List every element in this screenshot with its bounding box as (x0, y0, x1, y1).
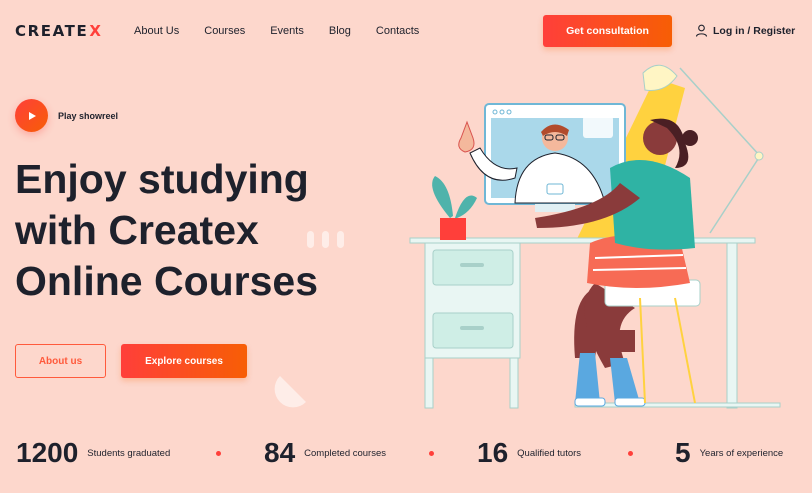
main-nav: About Us Courses Events Blog Contacts (134, 25, 444, 37)
plant-pot (440, 218, 466, 240)
get-consultation-button[interactable]: Get consultation (543, 15, 672, 47)
stat-number: 5 (675, 437, 691, 468)
decorative-dashes (307, 231, 344, 248)
login-label: Log in / Register (713, 24, 796, 37)
hero-title-line-2: with Createx (15, 207, 259, 253)
stat-number: 16 (477, 437, 509, 468)
nav-contacts[interactable]: Contacts (376, 25, 419, 37)
stat-students: 1200 Students graduated (16, 432, 170, 474)
hero-title-line-1: Enjoy studying (15, 156, 309, 202)
stat-label: Completed courses (304, 447, 387, 459)
page: CREATE X About Us Courses Events Blog Con… (0, 0, 812, 493)
play-showreel-label: Play showreel (58, 110, 119, 121)
nav-events[interactable]: Events (270, 25, 304, 37)
play-icon (28, 111, 36, 120)
stats-bar: 1200 Students graduated 84 Completed cou… (0, 432, 812, 474)
hero-title-line-3: Online Courses (15, 258, 319, 304)
stat-separator-dot (628, 451, 633, 456)
logo-text: CREATE (15, 22, 89, 40)
stat-label: Qualified tutors (517, 447, 582, 459)
decorative-half-circle (274, 376, 306, 408)
play-button[interactable] (15, 99, 48, 132)
hero-title: Enjoy studying with Createx Online Cours… (15, 154, 319, 307)
play-showreel[interactable]: Play showreel (15, 99, 118, 132)
logo-x-mark: X (89, 22, 103, 40)
stat-label: Years of experience (699, 447, 784, 459)
about-us-button[interactable]: About us (15, 344, 106, 378)
logo[interactable]: CREATE X (15, 22, 103, 40)
stat-courses: 84 Completed courses (264, 432, 386, 474)
stat-separator-dot (429, 451, 434, 456)
nav-blog[interactable]: Blog (329, 25, 351, 37)
chair (639, 297, 696, 404)
stat-label: Students graduated (87, 447, 171, 459)
nav-courses[interactable]: Courses (204, 25, 245, 37)
stat-tutors: 16 Qualified tutors (477, 432, 581, 474)
stat-separator-dot (216, 451, 221, 456)
nav-about-us[interactable]: About Us (134, 25, 179, 37)
person-icon (695, 24, 708, 37)
explore-courses-button[interactable]: Explore courses (121, 344, 247, 378)
login-register-link[interactable]: Log in / Register (695, 24, 795, 37)
hero-illustration (409, 64, 781, 409)
stat-number: 84 (264, 437, 296, 468)
stat-number: 1200 (16, 437, 79, 468)
stat-years: 5 Years of experience (675, 432, 783, 474)
